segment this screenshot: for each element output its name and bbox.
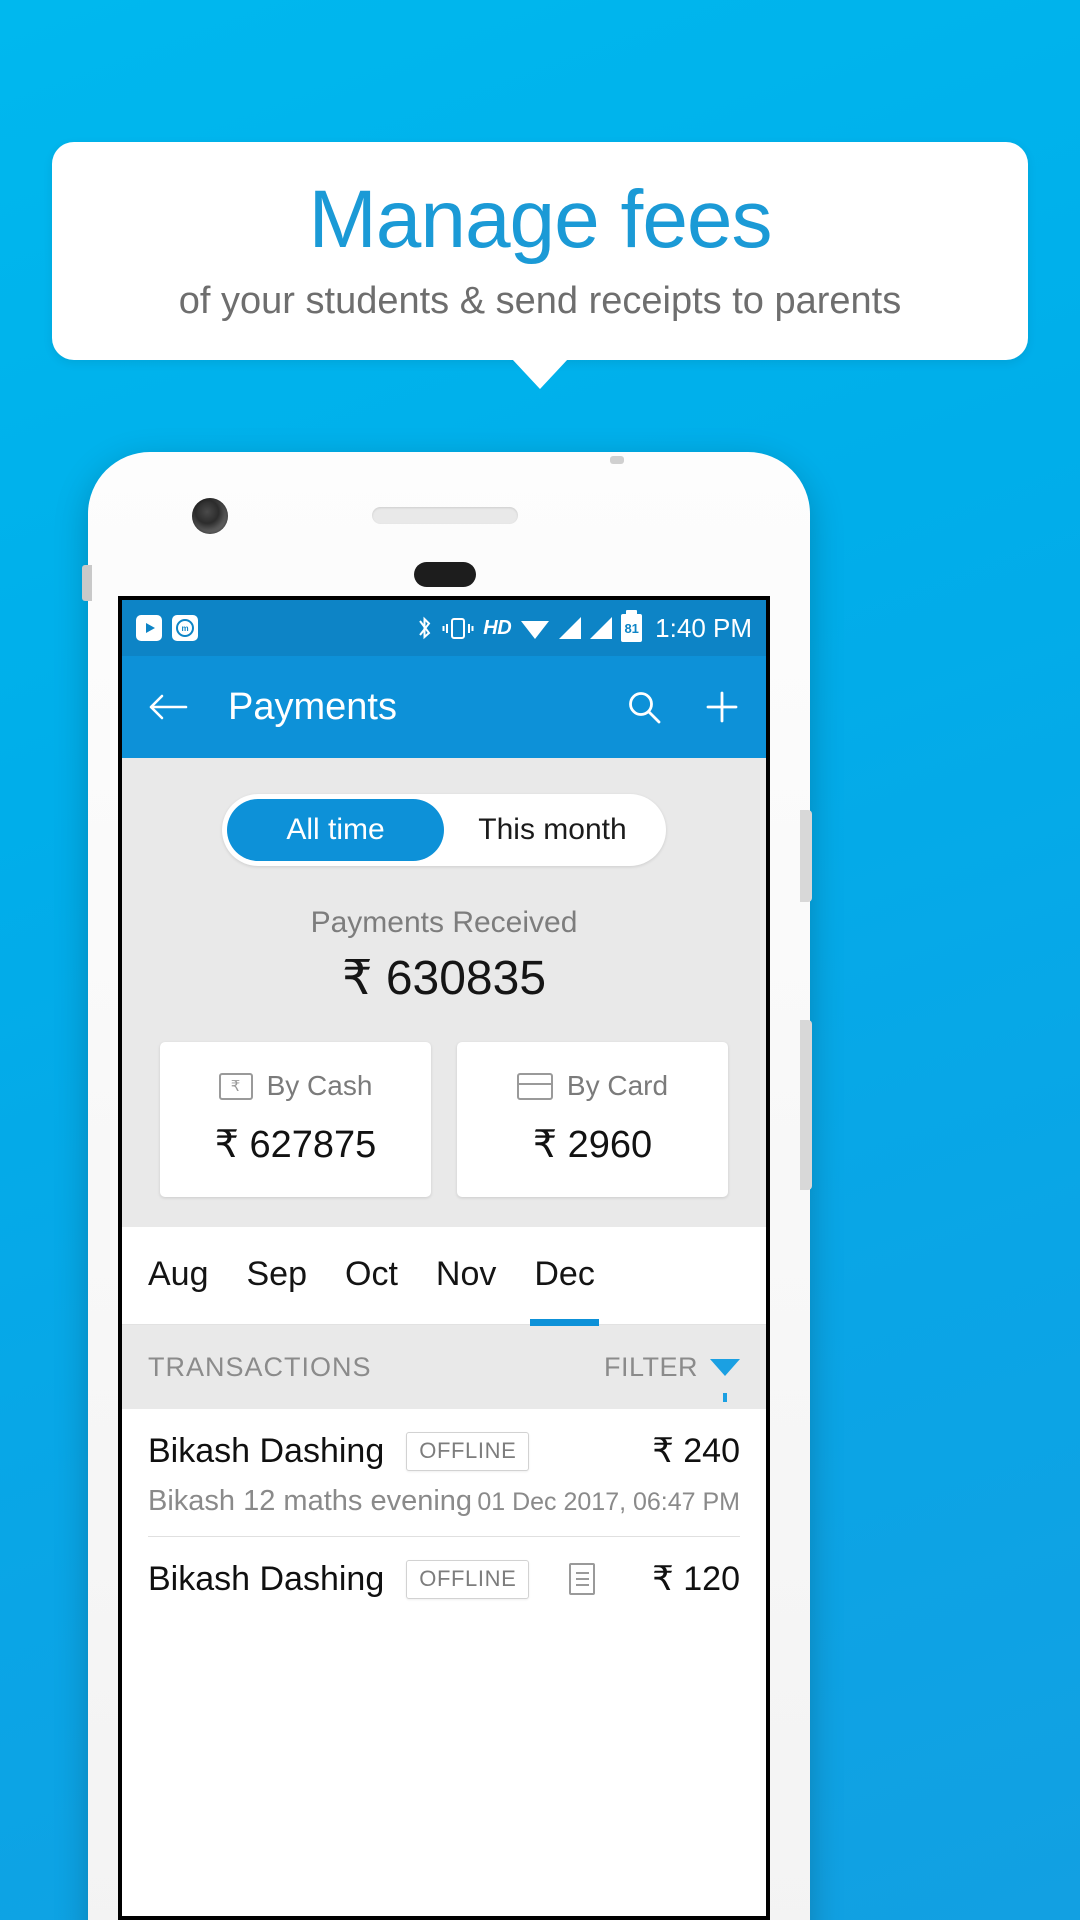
transactions-header: TRANSACTIONS FILTER (122, 1325, 766, 1409)
phone-screen: m HD 81 1:40 PM Payments All time This m… (118, 596, 770, 1920)
by-cash-card[interactable]: ₹ By Cash ₹ 627875 (160, 1042, 431, 1197)
app-bar-title: Payments (228, 685, 397, 728)
funnel-icon (710, 1358, 740, 1402)
by-cash-card-head: ₹ By Cash (170, 1070, 421, 1102)
filter-label: FILTER (603, 1351, 698, 1382)
receipt-icon[interactable] (568, 1563, 595, 1595)
bluetooth-icon (419, 616, 431, 639)
filter-button[interactable]: FILTER (603, 1351, 740, 1402)
promo-stage: Manage fees of your students & send rece… (0, 0, 1080, 1920)
tab-month-oct[interactable]: Oct (345, 1255, 398, 1296)
toggle-option-all-time[interactable]: All time (227, 799, 444, 861)
phone-side-button-volume (800, 1020, 812, 1190)
phone-proximity-sensor (414, 562, 476, 587)
transaction-name: Bikash Dashing (148, 1431, 385, 1470)
by-card-value: ₹ 2960 (532, 1124, 653, 1166)
vibrate-icon (442, 617, 474, 639)
status-bar-right: HD 81 1:40 PM (416, 610, 752, 644)
phone-front-camera (192, 498, 228, 534)
by-cash-value: ₹ 627875 (214, 1124, 377, 1166)
table-row[interactable]: Bikash Dashing OFFLINE ₹ 240 Bikash 12 m… (148, 1409, 740, 1537)
table-row[interactable]: Bikash Dashing OFFLINE ₹ 120 (148, 1537, 740, 1599)
payments-received-value: ₹ 630835 (341, 952, 547, 1005)
by-card-card[interactable]: By Card ₹ 2960 (457, 1042, 728, 1197)
page-subtitle: of your students & send receipts to pare… (178, 280, 902, 323)
month-tabs[interactable]: Aug Sep Oct Nov Dec (122, 1227, 766, 1326)
summary-section: All time This month Payments Received ₹ … (122, 758, 766, 1227)
bubble-tail (512, 359, 568, 389)
transaction-secondary-line: Bikash 12 maths evening 01 Dec 2017, 06:… (148, 1485, 740, 1537)
by-cash-label: By Cash (266, 1070, 373, 1101)
page-title: Manage fees (308, 174, 772, 266)
app-bar-actions (626, 689, 740, 725)
status-bar: m HD 81 1:40 PM (122, 600, 766, 656)
cash-icon: ₹ (218, 1072, 253, 1100)
back-arrow-icon[interactable] (148, 692, 188, 722)
hd-label: HD (483, 616, 512, 639)
by-card-card-head: By Card (467, 1070, 718, 1102)
tab-month-dec[interactable]: Dec (530, 1255, 600, 1326)
wifi-icon (521, 621, 550, 639)
battery-icon: 81 (621, 610, 643, 642)
clock-label: 1:40 PM (655, 612, 752, 643)
status-bar-left: m (136, 615, 198, 641)
phone-side-button-left (82, 565, 92, 601)
payments-received-label: Payments Received (310, 906, 578, 939)
phone-earpiece-speaker (372, 507, 518, 524)
plus-icon[interactable] (704, 689, 740, 725)
phone-side-button-power (800, 810, 812, 902)
youtube-icon (136, 615, 162, 641)
transactions-title: TRANSACTIONS (148, 1351, 372, 1382)
status-badge: OFFLINE (406, 1559, 530, 1599)
transaction-amount: ₹ 120 (652, 1560, 740, 1598)
phone-top-sensor (610, 456, 624, 464)
transaction-description: Bikash 12 maths evening (148, 1485, 473, 1517)
transaction-primary-line: Bikash Dashing OFFLINE ₹ 120 (148, 1559, 740, 1599)
toggle-option-this-month[interactable]: This month (444, 799, 661, 861)
app-bar: Payments (122, 656, 766, 758)
time-range-toggle[interactable]: All time This month (222, 794, 666, 866)
signal-icon-sim2 (590, 617, 613, 639)
search-icon[interactable] (626, 689, 662, 725)
transaction-name: Bikash Dashing (148, 1559, 385, 1598)
tab-month-sep[interactable]: Sep (247, 1255, 308, 1296)
mi-app-icon: m (172, 615, 198, 641)
by-card-label: By Card (566, 1070, 669, 1101)
transaction-date: 01 Dec 2017, 06:47 PM (477, 1488, 740, 1516)
tab-month-nov[interactable]: Nov (436, 1255, 496, 1296)
status-badge: OFFLINE (406, 1431, 530, 1471)
transactions-list: Bikash Dashing OFFLINE ₹ 240 Bikash 12 m… (122, 1409, 766, 1599)
tab-month-aug[interactable]: Aug (148, 1255, 209, 1296)
transaction-amount: ₹ 240 (652, 1432, 740, 1470)
headline-card: Manage fees of your students & send rece… (52, 142, 1028, 360)
payment-method-cards: ₹ By Cash ₹ 627875 By Card ₹ 2960 (122, 1042, 766, 1197)
signal-icon-sim1 (559, 617, 582, 639)
card-icon (516, 1072, 553, 1100)
transaction-primary-line: Bikash Dashing OFFLINE ₹ 240 (148, 1431, 740, 1471)
